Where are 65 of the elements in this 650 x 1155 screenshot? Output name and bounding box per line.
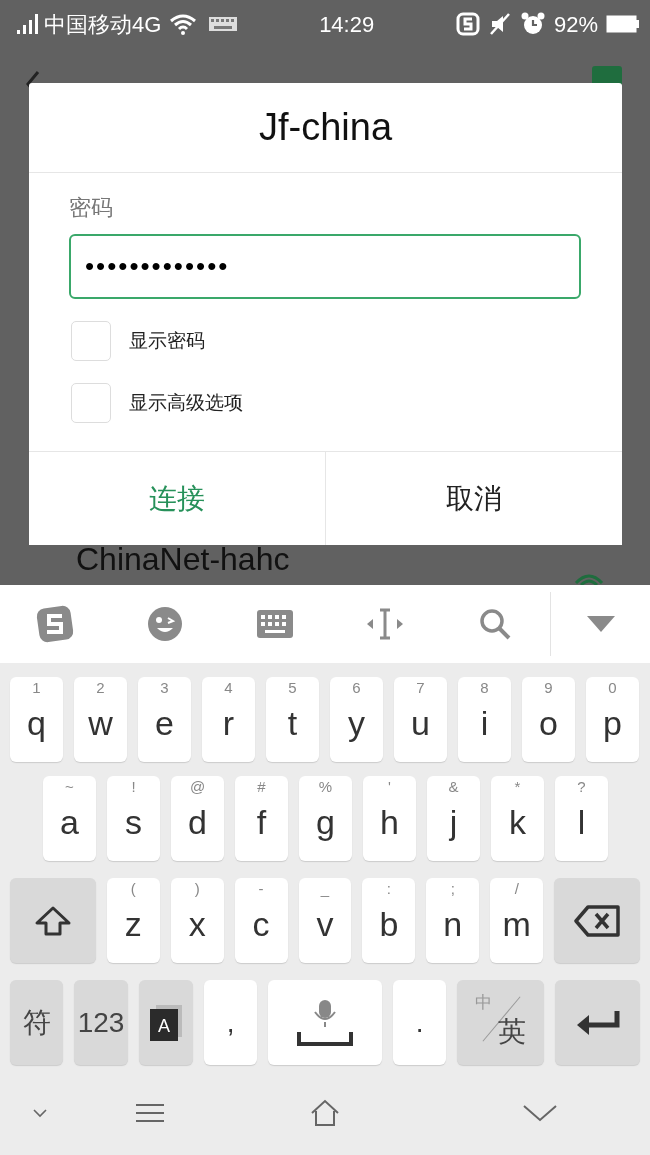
checkbox[interactable] xyxy=(71,383,111,423)
battery-icon xyxy=(606,15,640,33)
keyboard-key[interactable]: j & xyxy=(427,776,480,861)
keyboard-key[interactable]: l ? xyxy=(555,776,608,861)
keyboard-key[interactable]: f # xyxy=(235,776,288,861)
menu-icon[interactable] xyxy=(135,1103,165,1123)
layout-key[interactable]: A xyxy=(138,980,193,1065)
s-logo-icon xyxy=(455,12,480,36)
keyboard-key[interactable]: a ~ xyxy=(43,776,96,861)
backspace-key[interactable] xyxy=(554,878,641,963)
home-icon[interactable] xyxy=(310,1099,340,1127)
clock-time: 14:29 xyxy=(319,10,375,39)
keyboard-key[interactable]: h ' xyxy=(363,776,416,861)
s-logo-icon[interactable] xyxy=(35,604,75,644)
space-key[interactable] xyxy=(268,980,382,1065)
signal-icon xyxy=(16,13,40,35)
collapse-icon[interactable] xyxy=(586,616,615,632)
search-icon[interactable] xyxy=(478,607,512,641)
keyboard-key[interactable]: y 6 xyxy=(330,677,383,762)
field-label: 密码 xyxy=(69,194,114,222)
keyboard-key[interactable]: n ; xyxy=(426,878,480,963)
keyboard-key[interactable]: x ) xyxy=(170,878,224,963)
keyboard-key[interactable]: k * xyxy=(491,776,544,861)
keyboard-key[interactable]: t 5 xyxy=(266,677,319,762)
language-key[interactable]: 中 英 xyxy=(457,980,545,1065)
keyboard-key[interactable]: 符 xyxy=(10,980,64,1065)
cursor-icon[interactable] xyxy=(365,608,405,640)
hide-keyboard-icon[interactable] xyxy=(33,1108,47,1118)
keyboard-key[interactable]: s ! xyxy=(107,776,160,861)
keyboard-key[interactable]: z ( xyxy=(106,878,160,963)
keyboard-key[interactable]: e 3 xyxy=(138,677,191,762)
keyboard-key[interactable]: b : xyxy=(362,878,416,963)
space-icon xyxy=(297,999,354,1046)
checkbox[interactable] xyxy=(71,321,111,361)
keyboard-key[interactable]: m / xyxy=(490,878,544,963)
keyboard-key[interactable]: . xyxy=(392,980,447,1065)
emoji-icon[interactable] xyxy=(147,606,183,642)
alarm-icon xyxy=(519,11,546,37)
cancel-button[interactable]: 取消 xyxy=(325,452,622,545)
keyboard-icon xyxy=(209,17,238,31)
keyboard-key[interactable]: o 9 xyxy=(522,677,575,762)
keyboard-key[interactable]: w 2 xyxy=(74,677,127,762)
keyboard-key[interactable]: i 8 xyxy=(458,677,511,762)
mute-icon xyxy=(487,12,512,36)
keyboard-key[interactable]: p 0 xyxy=(586,677,639,762)
shift-key[interactable] xyxy=(10,878,96,963)
keyboard-key[interactable]: u 7 xyxy=(394,677,447,762)
battery-percent: 92% xyxy=(553,10,598,39)
option-label: 显示高级选项 xyxy=(129,390,243,415)
keyboard-key[interactable]: q 1 xyxy=(10,677,63,762)
keyboard-key[interactable]: g % xyxy=(299,776,352,861)
enter-key[interactable] xyxy=(555,980,640,1065)
keyboard-key[interactable]: 123 xyxy=(74,980,128,1065)
wifi-icon xyxy=(169,13,198,35)
keyboard-key[interactable]: r 4 xyxy=(202,677,255,762)
dialog-title: Jf-china xyxy=(258,105,393,150)
keyboard-key[interactable]: d @ xyxy=(171,776,224,861)
keyboard-key[interactable]: , xyxy=(203,980,258,1065)
backspace-icon xyxy=(574,904,621,937)
carrier-name: 中国移动4G xyxy=(44,10,162,39)
option-label: 显示密码 xyxy=(129,328,205,353)
password-field[interactable]: ••••••••••••• xyxy=(69,234,581,299)
keyboard-key[interactable]: v _ xyxy=(298,878,352,963)
keyboard-key[interactable]: c - xyxy=(234,878,288,963)
keyboard-icon[interactable] xyxy=(257,610,293,638)
